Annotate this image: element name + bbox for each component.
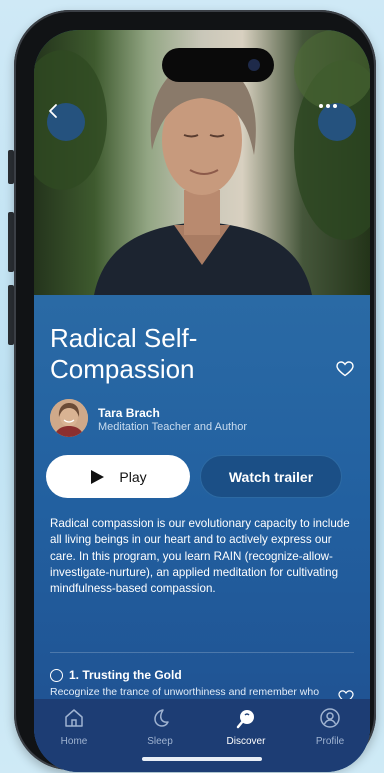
tab-sleep[interactable]: Sleep [130,707,190,747]
profile-icon [320,708,340,728]
author-photo [50,399,88,437]
play-button[interactable]: Play [46,455,190,498]
watch-trailer-label: Watch trailer [228,468,314,485]
tab-home-label: Home [60,736,88,747]
moon-icon [154,709,169,727]
hero-image [34,30,370,295]
back-button[interactable] [47,103,85,141]
tab-profile[interactable]: Profile [300,707,360,747]
phone-frame: Radical Self-Compassion Tara Brach Medit… [14,10,376,772]
more-options-button[interactable] [318,103,356,141]
watch-trailer-button[interactable]: Watch trailer [200,455,342,498]
camera-icon [248,59,260,71]
tab-discover[interactable]: Discover [216,707,276,747]
lesson-status-circle-icon [50,669,63,682]
more-dots-icon [319,104,337,108]
dynamic-island [162,48,274,82]
discover-icon [236,710,254,729]
author-name[interactable]: Tara Brach [98,406,160,420]
author-avatar[interactable] [50,399,88,437]
divider [50,652,354,653]
tab-discover-label: Discover [226,736,266,747]
tab-sleep-label: Sleep [147,736,173,747]
program-description: Radical compassion is our evolutionary c… [50,517,350,596]
author-role: Meditation Teacher and Author [98,421,248,433]
chevron-left-icon [49,104,57,118]
lesson-title[interactable]: 1. Trusting the Gold [69,668,182,682]
play-button-label: Play [119,468,147,485]
bottom-tab-bar: Home Sleep Discover Profile [34,699,370,772]
program-title: Radical Self-Compassion [50,323,198,384]
tab-home[interactable]: Home [44,707,104,747]
home-indicator[interactable] [142,757,262,761]
app-screen: Radical Self-Compassion Tara Brach Medit… [34,30,370,772]
favorite-heart-icon[interactable] [336,361,354,377]
play-icon [91,469,105,484]
home-icon [65,709,83,727]
tab-profile-label: Profile [315,736,345,747]
